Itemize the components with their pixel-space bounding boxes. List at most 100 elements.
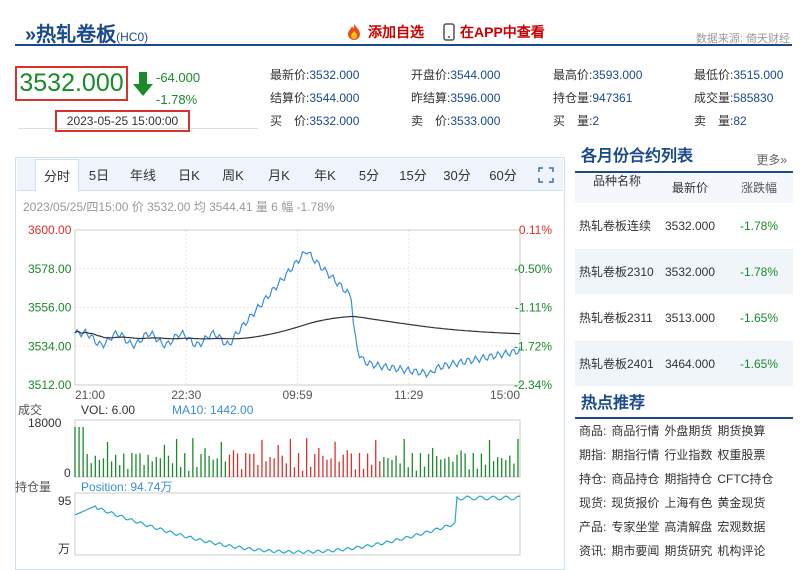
quote-label: 最新价: <box>270 68 310 82</box>
contract-change: -1.78% <box>739 264 779 279</box>
header-change: 涨跌幅 <box>740 181 777 195</box>
header-bar: »热轧卷板(HC0) 添加自选 在APP中查看 数据来源: 倚天财经 <box>15 8 792 46</box>
hot-link[interactable]: CFTC持仓 <box>717 472 773 486</box>
hot-link[interactable]: 上海有色 <box>664 496 712 510</box>
hot-link[interactable]: 宏观数据 <box>717 520 765 534</box>
hot-row: 商品: 商品行情 外盘期货 期货换算 <box>575 419 793 443</box>
last-price: 3532.000 <box>15 66 128 101</box>
header-name: 品种名称 <box>592 174 641 188</box>
tab-10[interactable]: 60分 <box>483 159 523 191</box>
contract-change: -1.65% <box>739 310 779 325</box>
quote-value: 3544.000 <box>309 91 360 105</box>
x-tick: 09:59 <box>282 388 312 402</box>
hot-link[interactable]: 高清解盘 <box>664 520 712 534</box>
hot-link[interactable]: 期指持仓 <box>664 472 712 486</box>
tab-5[interactable]: 月K <box>259 159 299 191</box>
add-favorite-button[interactable]: 添加自选 <box>345 22 424 42</box>
contract-name[interactable]: 热轧卷板2311 <box>575 310 655 326</box>
contract-change: -1.65% <box>739 356 779 371</box>
hot-list: 商品: 商品行情 外盘期货 期货换算 期指: 期指行情 行业指数 权重股票 持仓: 商品持仓 期指持… <box>575 419 793 563</box>
quote-item: 卖 量:82 <box>694 109 747 133</box>
view-in-app-button[interactable]: 在APP中查看 <box>443 22 545 42</box>
vol-zero: 0 <box>64 466 71 480</box>
quote-label: 最高价: <box>553 68 593 82</box>
contract-row[interactable]: 热轧卷板连续 3532.000 -1.78% <box>575 203 793 249</box>
contract-row[interactable]: 热轧卷板2311 3513.000 -1.65% <box>575 295 793 341</box>
hot-link[interactable]: 期货研究 <box>664 544 712 558</box>
hot-link[interactable]: 机构评论 <box>717 544 765 558</box>
quote-value: 947361 <box>592 91 633 105</box>
hot-link[interactable]: 期指行情 <box>611 448 659 462</box>
quote-label: 昨结算: <box>411 91 451 105</box>
contract-row[interactable]: 热轧卷板2401 3464.000 -1.65% <box>575 341 793 387</box>
contract-code: (HC0) <box>116 30 149 44</box>
quote-item: 持仓量:947361 <box>553 86 632 110</box>
quote-label: 最低价: <box>694 68 734 82</box>
quote-item: 开盘价:3544.000 <box>411 63 500 87</box>
quote-item: 昨结算:3596.000 <box>411 86 500 110</box>
tab-8[interactable]: 15分 <box>393 159 433 191</box>
contract-name[interactable]: 热轧卷板2310 <box>575 264 655 280</box>
hot-link[interactable]: 专家坐堂 <box>611 520 659 534</box>
quote-label: 成交量: <box>694 91 734 105</box>
quote-value: 3533.000 <box>450 114 501 128</box>
quote-label: 卖 价: <box>411 114 451 128</box>
fullscreen-icon[interactable] <box>538 167 554 183</box>
contract-table-header: 品种名称 最新价 涨跌幅 <box>575 173 793 203</box>
contract-name[interactable]: 热轧卷板连续 <box>575 218 655 234</box>
quote-item: 最低价:3515.000 <box>694 63 783 87</box>
quote-value: 3532.000 <box>309 68 360 82</box>
quote-value: 3544.000 <box>450 68 501 82</box>
title-text: 热轧卷板 <box>36 24 117 46</box>
quote-item: 卖 价:3533.000 <box>411 109 500 133</box>
quote-label: 卖 量: <box>694 114 734 128</box>
quote-value: 82 <box>733 114 747 128</box>
contract-row[interactable]: 热轧卷板2310 3532.000 -1.78% <box>575 249 793 295</box>
hot-link[interactable]: 商品持仓 <box>611 472 659 486</box>
hot-link[interactable]: 现货报价 <box>611 496 659 510</box>
quote-datetime: 2023-05-25 15:00:00 <box>55 110 190 132</box>
y-tick-right: 0.11% <box>519 223 552 237</box>
price-change: -64.000 -1.78% <box>156 67 200 111</box>
quote-item: 结算价:3544.000 <box>270 86 359 110</box>
arrow-down-icon <box>133 72 153 96</box>
hot-link[interactable]: 期货换算 <box>717 424 765 438</box>
x-tick: 22:30 <box>171 388 201 402</box>
tab-9[interactable]: 30分 <box>437 159 477 191</box>
chart-info: 2023/05/25/四15:00 价 3532.00 均 3544.41 量 … <box>23 200 335 214</box>
hot-link[interactable]: 期市要闻 <box>611 544 659 558</box>
quote-item: 最新价:3532.000 <box>270 63 359 87</box>
more-link[interactable]: 更多» <box>756 146 787 174</box>
tab-1[interactable]: 5日 <box>81 159 117 191</box>
phone-icon <box>443 23 455 41</box>
tab-7[interactable]: 5分 <box>349 159 389 191</box>
tab-4[interactable]: 周K <box>213 159 253 191</box>
tab-2[interactable]: 年线 <box>123 159 163 191</box>
contract-price: 3532.000 <box>664 218 716 233</box>
chart-tabs: 分时 5日 年线 日K 周K 月K 年K 5分 15分 30分 60分 <box>17 159 563 192</box>
hot-category: 现货: <box>579 496 607 510</box>
hot-row: 资讯: 期市要闻 期货研究 机构评论 <box>575 539 793 563</box>
contract-price: 3532.000 <box>664 264 716 279</box>
x-tick: 15:00 <box>490 388 520 402</box>
contract-change: -1.78% <box>739 218 779 233</box>
position-tick: 95 <box>58 494 72 508</box>
quote-value: 3596.000 <box>450 91 501 105</box>
hot-link[interactable]: 权重股票 <box>717 448 765 462</box>
ma-text: MA10: 1442.00 <box>172 403 254 417</box>
hot-link[interactable]: 黄金现货 <box>717 496 765 510</box>
tab-0[interactable]: 分时 <box>35 159 79 192</box>
quote-value: 3532.000 <box>309 114 360 128</box>
hot-link[interactable]: 行业指数 <box>664 448 712 462</box>
volume-text: VOL: 6.00 <box>81 403 135 417</box>
change-value: -64.000 <box>156 70 201 85</box>
tab-6[interactable]: 年K <box>305 159 345 191</box>
x-tick: 21:00 <box>75 388 105 402</box>
tab-3[interactable]: 日K <box>169 159 209 191</box>
hot-link[interactable]: 商品行情 <box>611 424 659 438</box>
contract-price: 3513.000 <box>664 310 716 325</box>
contract-name[interactable]: 热轧卷板2401 <box>575 356 655 372</box>
y-tick-left: 3578.00 <box>28 262 72 276</box>
hot-link[interactable]: 外盘期货 <box>664 424 712 438</box>
y-tick-left: 3534.00 <box>28 339 72 353</box>
